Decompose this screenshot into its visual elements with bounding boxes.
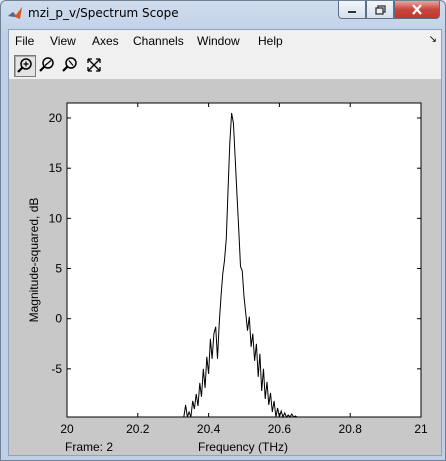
window-title: mzi_p_v/Spectrum Scope [28, 6, 179, 20]
zoom-in-button[interactable] [14, 55, 36, 77]
menu-file[interactable]: File [15, 34, 34, 48]
menu-channels[interactable]: Channels [133, 34, 184, 48]
client-area: File View Axes Channels Window Help ↘ [8, 29, 442, 456]
matlab-logo-icon [8, 7, 22, 19]
menu-help[interactable]: Help [258, 34, 283, 48]
close-icon [412, 4, 422, 15]
minimize-button[interactable] [338, 1, 366, 19]
toolbar [9, 52, 441, 80]
restore-button[interactable] [366, 1, 394, 19]
scope-window: mzi_p_v/Spectrum Scope File View Axes Ch… [0, 0, 446, 461]
window-controls [338, 1, 440, 20]
zoom-x-icon [39, 57, 54, 72]
minimize-icon [348, 10, 356, 13]
title-bar[interactable]: mzi_p_v/Spectrum Scope [1, 1, 445, 27]
autoscale-icon [87, 58, 101, 72]
restore-icon [374, 4, 386, 15]
menu-window[interactable]: Window [197, 34, 240, 48]
zoom-y-icon [62, 57, 77, 72]
menu-view[interactable]: View [50, 34, 76, 48]
menu-overflow-icon[interactable]: ↘ [429, 34, 437, 45]
menu-bar: File View Axes Channels Window Help ↘ [9, 30, 441, 52]
zoom-in-icon [17, 58, 32, 73]
autoscale-button[interactable] [84, 55, 104, 75]
menu-axes[interactable]: Axes [92, 34, 119, 48]
close-button[interactable] [394, 1, 440, 19]
plot-panel [9, 80, 441, 455]
zoom-x-button[interactable] [37, 55, 57, 75]
zoom-y-button[interactable] [60, 55, 80, 75]
